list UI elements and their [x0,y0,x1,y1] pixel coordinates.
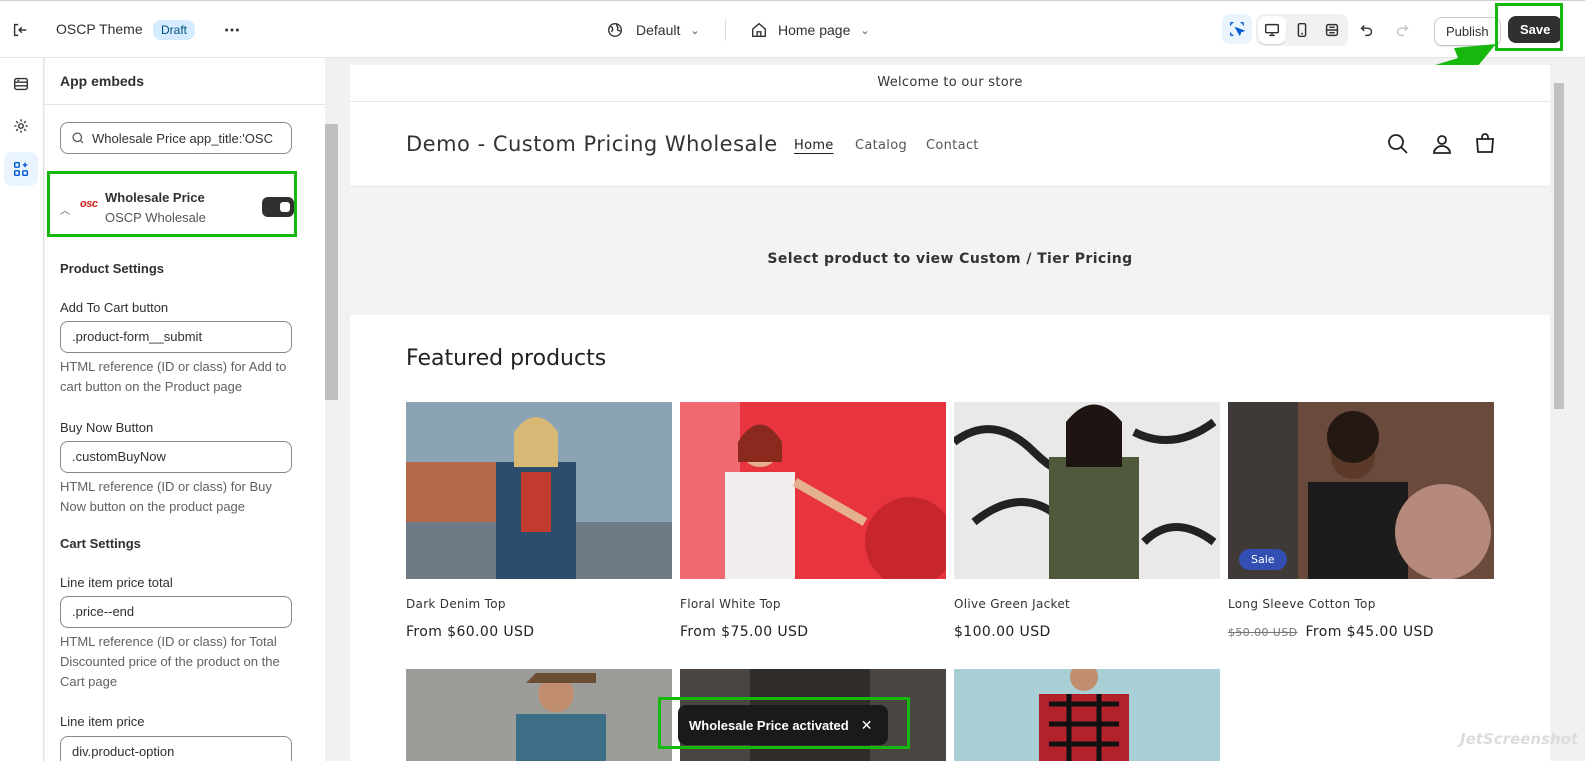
field-help: HTML reference (ID or class) for Total D… [60,634,280,689]
draft-badge: Draft [153,20,196,40]
product-price: From $45.00 USD [1305,624,1434,640]
line-item-price-field[interactable]: div.product-option [60,736,292,761]
announcement-bar: Welcome to our store [350,65,1550,102]
field-label: Add To Cart button [60,300,169,315]
osc-logo-icon: osc [80,198,98,210]
save-highlight-box [1495,3,1563,51]
field-help: HTML reference (ID or class) for Buy Now… [60,479,272,514]
toast-message: Wholesale Price activated [689,717,849,733]
sale-badge: Sale [1239,549,1287,570]
embed-enable-toggle[interactable] [262,197,294,217]
gear-icon[interactable] [4,109,38,143]
chevron-down-icon: ⌄ [860,24,870,37]
app-embeds-panel: App embeds Wholesale Price app_title:'OS… [45,58,325,761]
cart-settings-heading: Cart Settings [60,536,141,551]
store-name[interactable]: Demo - Custom Pricing Wholesale [406,132,778,156]
store-preview: Welcome to our store Demo - Custom Prici… [350,65,1550,761]
product-price-block: $50.00 USD From $45.00 USD [1228,624,1434,640]
nav-catalog[interactable]: Catalog [855,138,907,153]
toggle-knob [280,202,290,212]
product-price: $100.00 USD [954,624,1051,640]
featured-heading: Featured products [406,346,607,371]
exit-icon[interactable] [5,15,35,45]
nav-home[interactable]: Home [794,138,834,153]
page-label: Home page [778,22,851,38]
embed-item-wholesale-price[interactable]: ︿ osc Wholesale Price OSCP Wholesale [47,171,297,237]
field-label: Buy Now Button [60,420,154,435]
nav-contact[interactable]: Contact [926,138,979,153]
product-title[interactable]: Olive Green Jacket [954,597,1070,611]
store-header: Demo - Custom Pricing Wholesale Home Cat… [350,102,1550,187]
globe-icon [608,23,622,37]
product-settings-heading: Product Settings [60,261,165,276]
close-icon[interactable]: ✕ [861,717,873,734]
sidebar-rail [0,58,44,761]
page-selector[interactable]: Home page ⌄ [750,21,870,39]
embed-name: Wholesale Price [105,190,205,205]
scrollbar-thumb[interactable] [325,124,338,400]
product-image-long-sleeve[interactable]: Sale [1228,402,1494,579]
line-item-price-total-field[interactable]: .price--end [60,596,292,628]
divider [725,19,726,41]
field-label: Line item price total [60,575,173,590]
product-price: From $60.00 USD [406,624,535,640]
embed-search-input[interactable]: Wholesale Price app_title:'OSC [60,122,292,154]
preview-scrollbar[interactable] [1552,65,1567,761]
template-selector[interactable]: Default ⌄ [606,21,700,39]
template-label: Default [636,22,681,38]
buy-now-field[interactable]: .customBuyNow [60,441,292,473]
promo-banner: Select product to view Custom / Tier Pri… [350,187,1550,315]
sections-icon[interactable] [4,67,38,101]
search-icon[interactable] [1386,132,1410,156]
panel-title: App embeds [45,58,325,105]
desktop-icon[interactable] [1258,16,1286,44]
product-title[interactable]: Long Sleeve Cotton Top [1228,597,1376,611]
product-image-row2-3[interactable] [954,669,1220,761]
product-title[interactable]: Floral White Top [680,597,781,611]
field-label: Line item price [60,714,145,729]
product-image-row2-1[interactable] [406,669,672,761]
chevron-down-icon: ⌄ [690,24,700,37]
compare-price: $50.00 USD [1228,626,1298,639]
add-to-cart-field[interactable]: .product-form__submit [60,321,292,353]
scrollbar-thumb[interactable] [1554,83,1564,409]
search-icon [72,132,84,144]
cart-icon[interactable] [1473,132,1497,156]
account-icon[interactable] [1430,132,1454,156]
field-help: HTML reference (ID or class) for Add to … [60,359,287,394]
mobile-icon[interactable] [1288,16,1316,44]
app-embeds-icon[interactable] [4,152,38,186]
product-title[interactable]: Dark Denim Top [406,597,506,611]
more-actions-icon[interactable] [217,15,247,45]
device-switcher [1256,14,1348,46]
panel-scrollbar[interactable] [325,58,343,761]
product-image-floral-white[interactable] [680,402,946,579]
toast-notification: Wholesale Price activated ✕ [678,705,888,745]
inspector-icon[interactable] [1222,14,1252,44]
product-price: From $75.00 USD [680,624,809,640]
home-icon [752,22,766,37]
search-value: Wholesale Price app_title:'OSC [92,130,273,146]
watermark: JetScreenshot [1460,730,1579,748]
embed-provider: OSCP Wholesale [105,210,206,225]
product-image-dark-denim[interactable] [406,402,672,579]
theme-name: OSCP Theme [56,21,143,37]
chevron-up-icon[interactable]: ︿ [60,202,70,217]
product-image-olive-jacket[interactable] [954,402,1220,579]
